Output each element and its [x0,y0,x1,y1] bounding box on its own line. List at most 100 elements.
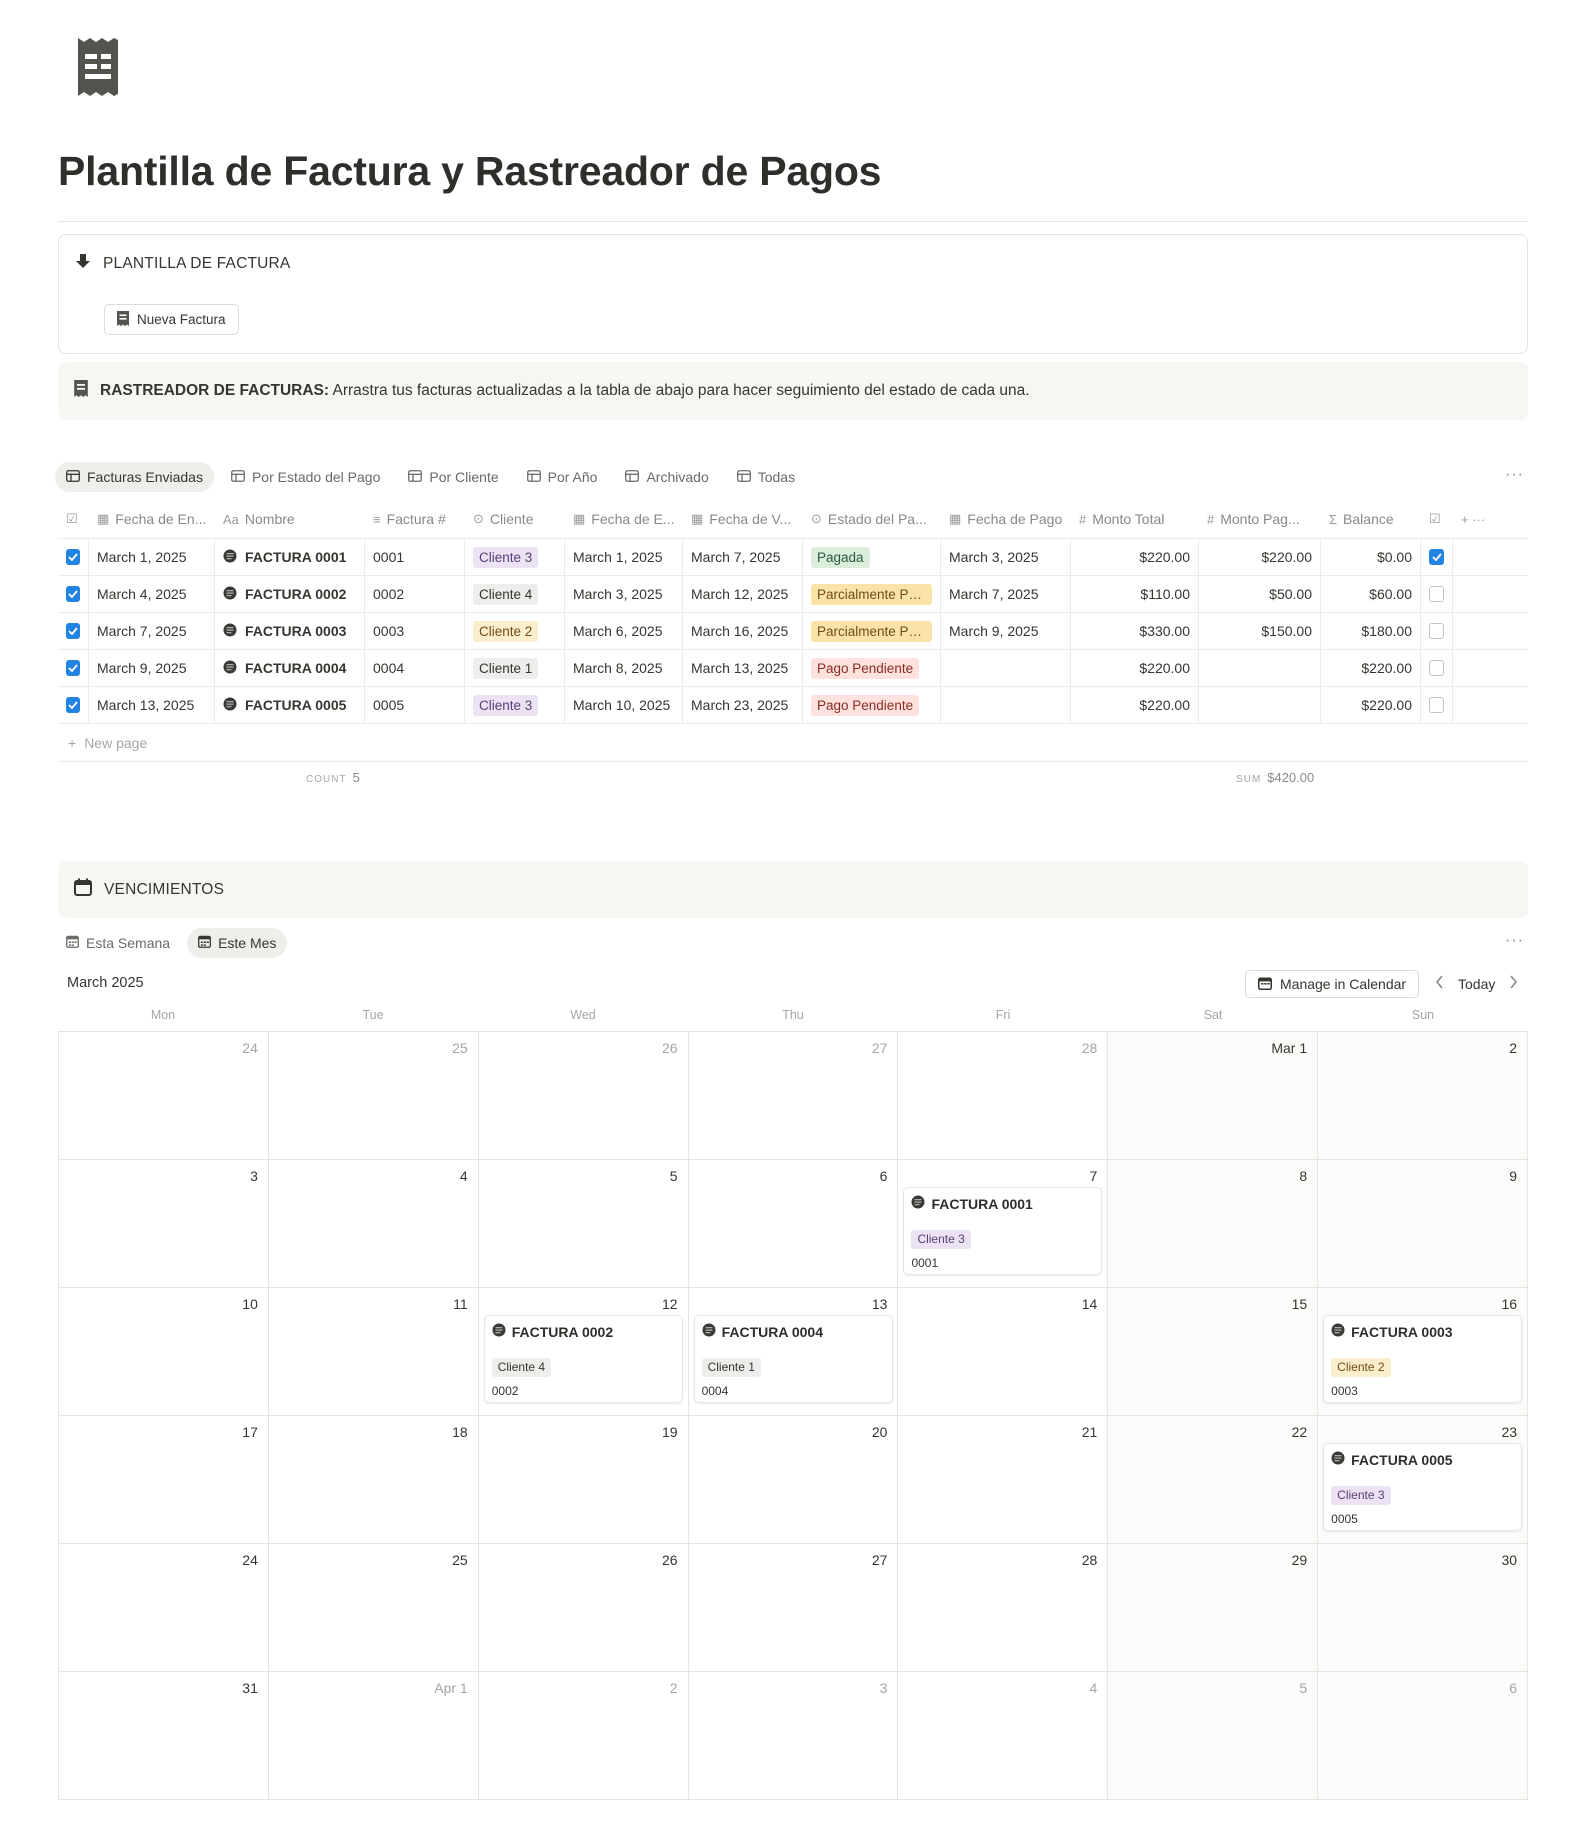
checkbox-checked-icon[interactable] [1429,549,1444,565]
chevron-right-icon[interactable] [1509,975,1518,992]
cell-due[interactable]: March 12, 2025 [683,576,803,612]
table-row[interactable]: March 4, 2025 FACTURA 0002 0002 Cliente 4 Ma… [58,576,1528,613]
cell-client[interactable]: Cliente 1 [465,650,565,686]
calendar-day[interactable]: 4 [898,1672,1109,1800]
cell-done[interactable] [1421,539,1453,575]
cell-balance[interactable]: $220.00 [1321,650,1421,686]
cell-due[interactable]: March 7, 2025 [683,539,803,575]
cell-paid[interactable]: $50.00 [1199,576,1321,612]
calendar-day[interactable]: 3 [59,1160,269,1288]
calendar-day[interactable]: 28 [898,1032,1109,1160]
calendar-day[interactable]: 7 FACTURA 0001 Cliente 3 0001 [898,1160,1109,1288]
calendar-day[interactable]: 6 [1318,1672,1529,1800]
cell-paid-date[interactable]: March 3, 2025 [941,539,1071,575]
calendar-day[interactable]: 3 [688,1672,899,1800]
column-header[interactable]: ⊙ Cliente [465,500,565,538]
row-select-checkbox[interactable] [58,539,89,575]
row-select-checkbox[interactable] [58,687,89,723]
cell-issued[interactable]: March 6, 2025 [565,613,683,649]
cell-due[interactable]: March 13, 2025 [683,650,803,686]
sum-aggregate[interactable]: SUM $420.00 [1236,770,1314,785]
cell-balance[interactable]: $0.00 [1321,539,1421,575]
calendar-view-tab[interactable]: Este Mes [187,928,288,958]
cell-paid-date[interactable]: March 9, 2025 [941,613,1071,649]
column-header[interactable]: ≡ Factura # [365,500,465,538]
calendar-day[interactable]: 2 [1318,1032,1529,1160]
cell-sent[interactable]: March 1, 2025 [89,539,215,575]
column-header[interactable]: + ··· [1453,500,1526,538]
cell-paid-date[interactable] [941,687,1071,723]
new-invoice-button[interactable]: Nueva Factura [104,304,239,335]
cell-name[interactable]: FACTURA 0003 [215,613,365,649]
calendar-day[interactable]: 27 [688,1544,899,1672]
calendar-day[interactable]: 17 [59,1416,269,1544]
calendar-day[interactable]: 23 FACTURA 0005 Cliente 3 0005 [1318,1416,1529,1544]
calendar-day[interactable]: 13 FACTURA 0004 Cliente 1 0004 [688,1288,899,1416]
calendar-day[interactable]: 26 [478,1032,689,1160]
calendar-day[interactable]: 26 [478,1544,689,1672]
calendar-day[interactable]: 21 [898,1416,1109,1544]
calendar-day[interactable]: 5 [1108,1672,1319,1800]
table-row[interactable]: March 9, 2025 FACTURA 0004 0004 Cliente 1 Ma… [58,650,1528,687]
cell-done[interactable] [1421,687,1453,723]
calendar-day[interactable]: 8 [1108,1160,1319,1288]
cell-name[interactable]: FACTURA 0004 [215,650,365,686]
event-card[interactable]: FACTURA 0005 Cliente 3 0005 [1323,1443,1523,1531]
calendar-day[interactable]: Mar 1 [1108,1032,1319,1160]
calendar-day[interactable]: 14 [898,1288,1109,1416]
column-header[interactable]: ☑ [1421,500,1453,538]
calendar-day[interactable]: 28 [898,1544,1109,1672]
calendar-day[interactable]: 30 [1318,1544,1529,1672]
calendar-day[interactable]: 27 [688,1032,899,1160]
calendar-day[interactable]: 18 [268,1416,479,1544]
checkbox-checked-icon[interactable] [66,549,80,565]
calendar-day[interactable]: 9 [1318,1160,1529,1288]
checkbox-checked-icon[interactable] [66,697,80,713]
checkbox-unchecked-icon[interactable] [1429,697,1444,713]
column-header[interactable]: # Monto Pag... [1199,500,1321,538]
checkbox-checked-icon[interactable] [66,586,80,602]
calendar-day[interactable]: Apr 1 [268,1672,479,1800]
today-button[interactable]: Today [1458,976,1495,992]
cell-name[interactable]: FACTURA 0002 [215,576,365,612]
checkbox-checked-icon[interactable] [66,623,80,639]
calendar-day[interactable]: 25 [268,1544,479,1672]
cell-sent[interactable]: March 9, 2025 [89,650,215,686]
table-row[interactable]: March 7, 2025 FACTURA 0003 0003 Cliente 2 Ma… [58,613,1528,650]
cell-status[interactable]: Parcialmente Pa... [803,576,941,612]
calendar-day[interactable]: 20 [688,1416,899,1544]
cell-total[interactable]: $330.00 [1071,613,1199,649]
cell-client[interactable]: Cliente 3 [465,687,565,723]
column-header[interactable]: ▦ Fecha de Pago [941,500,1071,538]
cell-client[interactable]: Cliente 3 [465,539,565,575]
more-options-icon[interactable]: ··· [1505,466,1524,484]
checkbox-unchecked-icon[interactable] [1429,660,1444,676]
cell-number[interactable]: 0004 [365,650,465,686]
cell-total[interactable]: $220.00 [1071,650,1199,686]
calendar-day[interactable]: 24 [59,1544,269,1672]
cell-sent[interactable]: March 13, 2025 [89,687,215,723]
cell-client[interactable]: Cliente 4 [465,576,565,612]
table-row[interactable]: March 13, 2025 FACTURA 0005 0005 Cliente 3 M… [58,687,1528,724]
column-header[interactable]: ▦ Fecha de E... [565,500,683,538]
calendar-day[interactable]: 29 [1108,1544,1319,1672]
event-card[interactable]: FACTURA 0003 Cliente 2 0003 [1323,1315,1523,1403]
cell-paid-date[interactable]: March 7, 2025 [941,576,1071,612]
manage-in-calendar-button[interactable]: Manage in Calendar [1245,970,1420,998]
cell-status[interactable]: Pago Pendiente [803,650,941,686]
cell-issued[interactable]: March 3, 2025 [565,576,683,612]
new-page-button[interactable]: + New page [58,724,1528,762]
row-select-checkbox[interactable] [58,650,89,686]
view-tab[interactable]: Por Cliente [397,462,509,492]
cell-due[interactable]: March 16, 2025 [683,613,803,649]
cell-status[interactable]: Pagada [803,539,941,575]
view-tab[interactable]: Por Año [516,462,609,492]
calendar-day[interactable]: 10 [59,1288,269,1416]
cell-paid[interactable] [1199,687,1321,723]
calendar-day[interactable]: 16 FACTURA 0003 Cliente 2 0003 [1318,1288,1529,1416]
row-select-checkbox[interactable] [58,613,89,649]
checkbox-unchecked-icon[interactable] [1429,586,1444,602]
column-header[interactable]: ☑ [58,500,89,538]
calendar-day[interactable]: 15 [1108,1288,1319,1416]
cell-done[interactable] [1421,650,1453,686]
